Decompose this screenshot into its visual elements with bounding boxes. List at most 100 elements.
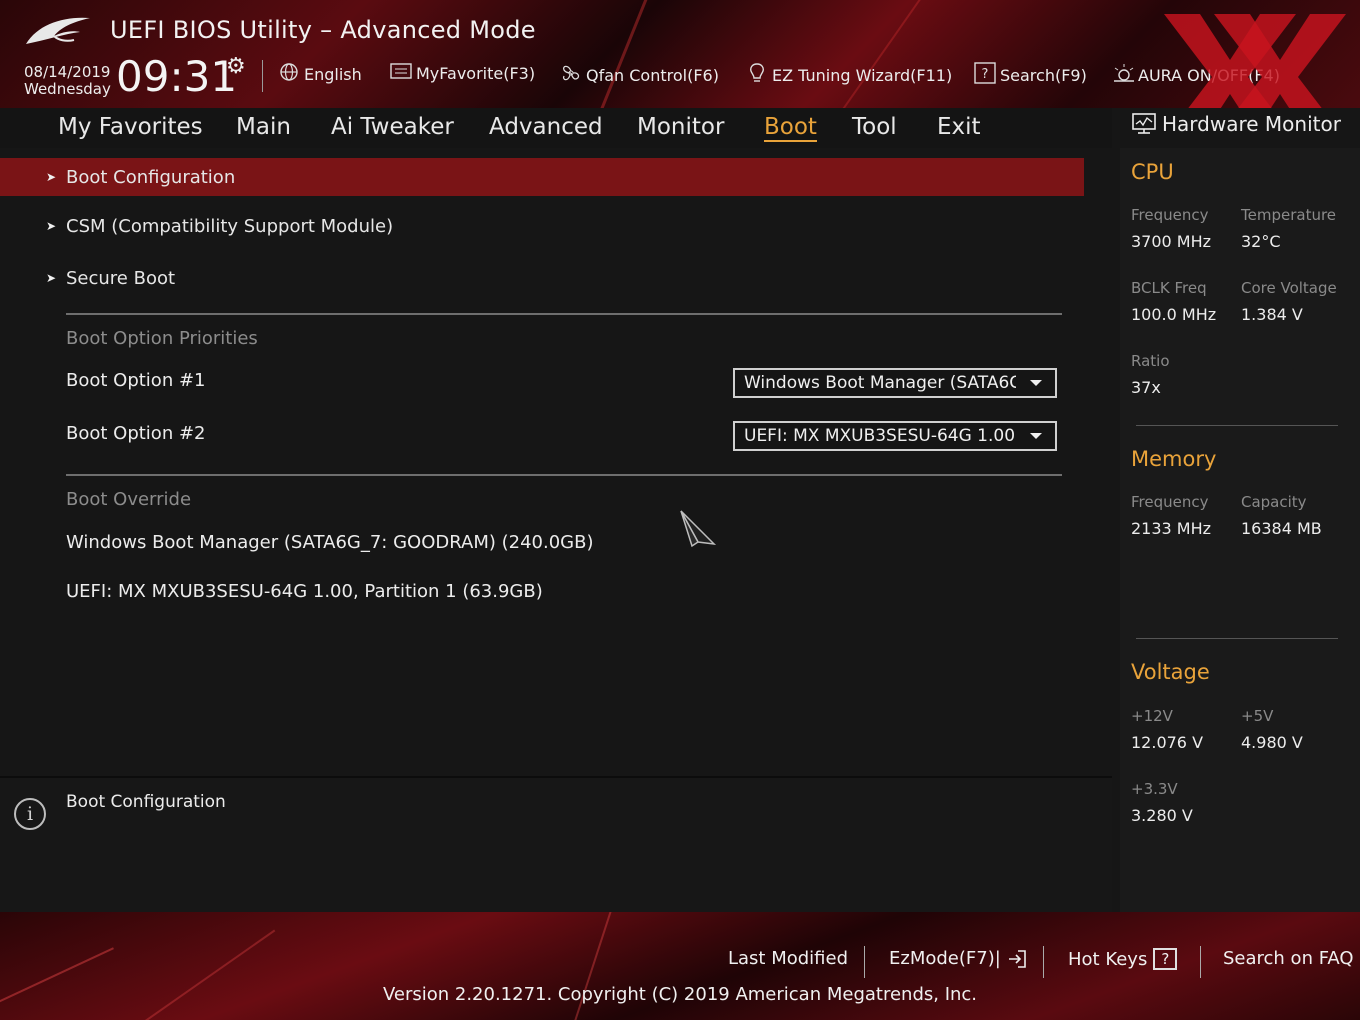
v12-label: +12V xyxy=(1131,707,1173,725)
ezmode-button[interactable]: EzMode(F7)| xyxy=(889,948,1027,969)
footer-separator xyxy=(864,946,865,978)
menu-item-secure-boot[interactable]: ➤ Secure Boot xyxy=(0,259,1084,297)
cpu-temperature-value: 32°C xyxy=(1241,232,1281,251)
decor-slash xyxy=(126,929,276,1020)
hw-section-divider xyxy=(1136,425,1338,426)
menu-item-boot-configuration[interactable]: ➤ Boot Configuration xyxy=(0,158,1084,196)
chevron-down-icon xyxy=(1030,433,1042,439)
myfavorite-button[interactable]: MyFavorite(F3) xyxy=(390,62,535,85)
boot-option-2-value: UEFI: MX MXUB3SESU-64G 1.00, Partition 1 xyxy=(744,426,1016,446)
header-separator xyxy=(262,60,263,92)
qfan-control-label: Qfan Control(F6) xyxy=(586,66,719,85)
help-box-icon: ? xyxy=(974,62,996,89)
bclk-freq-value: 100.0 MHz xyxy=(1131,305,1217,324)
boot-option-2-select[interactable]: UEFI: MX MXUB3SESU-64G 1.00, Partition 1 xyxy=(733,421,1057,451)
tab-ai-tweaker[interactable]: Ai Tweaker xyxy=(331,114,454,140)
ez-tuning-wizard-button[interactable]: EZ Tuning Wizard(F11) xyxy=(746,62,952,89)
svg-text:?: ? xyxy=(982,67,989,82)
menu-item-label: Secure Boot xyxy=(66,267,176,289)
section-divider xyxy=(66,474,1062,476)
footer-separator xyxy=(1043,946,1044,978)
chevron-right-icon: ➤ xyxy=(46,271,57,285)
chevron-right-icon: ➤ xyxy=(46,219,57,233)
weekday-text: Wednesday xyxy=(24,80,111,98)
monitor-icon xyxy=(1132,113,1156,134)
footer-separator xyxy=(1200,946,1201,978)
ezmode-label: EzMode(F7)| xyxy=(889,948,1001,969)
chevron-right-icon: ➤ xyxy=(46,170,57,184)
cpu-frequency-label: Frequency xyxy=(1131,206,1209,224)
v5-label: +5V xyxy=(1241,707,1274,725)
memory-capacity-value: 16384 MB xyxy=(1241,519,1322,538)
date-display: 08/14/2019 Wednesday xyxy=(24,64,111,98)
v33-value: 3.280 V xyxy=(1131,806,1193,825)
tab-boot[interactable]: Boot xyxy=(764,114,817,142)
boot-option-1-label: Boot Option #1 xyxy=(66,370,206,391)
core-voltage-value: 1.384 V xyxy=(1241,305,1303,324)
decor-slash xyxy=(831,0,931,108)
version-copyright: Version 2.20.1271. Copyright (C) 2019 Am… xyxy=(382,984,978,1005)
ratio-label: Ratio xyxy=(1131,352,1170,370)
bclk-freq-label: BCLK Freq xyxy=(1131,279,1207,297)
globe-icon xyxy=(278,62,300,87)
qfan-control-button[interactable]: Qfan Control(F6) xyxy=(560,62,719,89)
tab-monitor[interactable]: Monitor xyxy=(637,114,724,140)
core-voltage-label: Core Voltage xyxy=(1241,279,1337,297)
memory-capacity-label: Capacity xyxy=(1241,493,1307,511)
v33-label: +3.3V xyxy=(1131,780,1178,798)
decor-slash xyxy=(0,947,114,1017)
tab-main[interactable]: Main xyxy=(236,114,291,140)
tab-my-favorites[interactable]: My Favorites xyxy=(58,114,203,140)
boot-option-1-select[interactable]: Windows Boot Manager (SATA6G_7: GOODRAM) xyxy=(733,368,1057,398)
menu-item-label: CSM (Compatibility Support Module) xyxy=(66,215,394,237)
fan-icon xyxy=(560,62,582,89)
hardware-monitor-title: Hardware Monitor xyxy=(1132,112,1341,136)
gear-icon[interactable]: ⚙ xyxy=(226,54,246,79)
rog-logo-icon xyxy=(26,17,90,44)
menu-item-label: Boot Configuration xyxy=(66,166,236,188)
description-text: Boot Configuration xyxy=(66,792,226,812)
tab-tool[interactable]: Tool xyxy=(852,114,897,140)
cpu-frequency-value: 3700 MHz xyxy=(1131,232,1212,251)
section-divider xyxy=(66,313,1062,315)
myfavorite-label: MyFavorite(F3) xyxy=(416,64,536,83)
language-label: English xyxy=(304,65,362,84)
voltage-section-title: Voltage xyxy=(1131,660,1210,684)
decor-slash xyxy=(590,0,653,108)
aura-light-icon xyxy=(1112,62,1134,89)
memory-frequency-label: Frequency xyxy=(1131,493,1209,511)
header-bar: UEFI BIOS Utility – Advanced Mode 08/14/… xyxy=(0,0,1360,108)
help-key-icon: ? xyxy=(1153,948,1178,970)
boot-option-2-label: Boot Option #2 xyxy=(66,423,206,444)
hot-keys-label: Hot Keys xyxy=(1068,948,1148,970)
boot-override-item[interactable]: Windows Boot Manager (SATA6G_7: GOODRAM)… xyxy=(66,532,593,553)
menu-item-csm[interactable]: ➤ CSM (Compatibility Support Module) xyxy=(0,207,1084,245)
info-icon: i xyxy=(14,798,46,830)
chevron-down-icon xyxy=(1030,380,1042,386)
lightbulb-icon xyxy=(746,62,768,89)
tab-exit[interactable]: Exit xyxy=(937,114,981,140)
boot-override-item[interactable]: UEFI: MX MXUB3SESU-64G 1.00, Partition 1… xyxy=(66,581,543,602)
memory-frequency-value: 2133 MHz xyxy=(1131,519,1212,538)
v12-value: 12.076 V xyxy=(1131,733,1204,752)
exit-arrow-icon xyxy=(1008,949,1026,968)
boot-option-1-value: Windows Boot Manager (SATA6G_7: GOODRAM) xyxy=(744,373,1016,393)
item-description-panel: i Boot Configuration xyxy=(0,776,1112,914)
date-text: 08/14/2019 xyxy=(24,63,111,81)
search-faq-button[interactable]: Search on FAQ xyxy=(1223,948,1354,969)
language-button[interactable]: English xyxy=(278,62,362,87)
ez-tuning-wizard-label: EZ Tuning Wizard(F11) xyxy=(772,66,953,85)
memory-section-title: Memory xyxy=(1131,447,1217,471)
boot-override-heading: Boot Override xyxy=(66,489,192,510)
hot-keys-button[interactable]: Hot Keys ? xyxy=(1068,948,1178,970)
app-title: UEFI BIOS Utility – Advanced Mode xyxy=(110,16,536,44)
cpu-section-title: CPU xyxy=(1131,160,1174,184)
hardware-monitor-label: Hardware Monitor xyxy=(1162,112,1341,136)
last-modified-button[interactable]: Last Modified xyxy=(728,948,848,969)
mouse-pointer-icon xyxy=(680,510,717,548)
search-button[interactable]: ? Search(F9) xyxy=(974,62,1087,89)
boot-settings-panel: ➤ Boot Configuration ➤ CSM (Compatibilit… xyxy=(0,148,1112,766)
watermark-xx-logo xyxy=(1164,14,1346,108)
main-tab-bar: My Favorites Main Ai Tweaker Advanced Mo… xyxy=(0,108,1112,149)
tab-advanced[interactable]: Advanced xyxy=(489,114,603,140)
